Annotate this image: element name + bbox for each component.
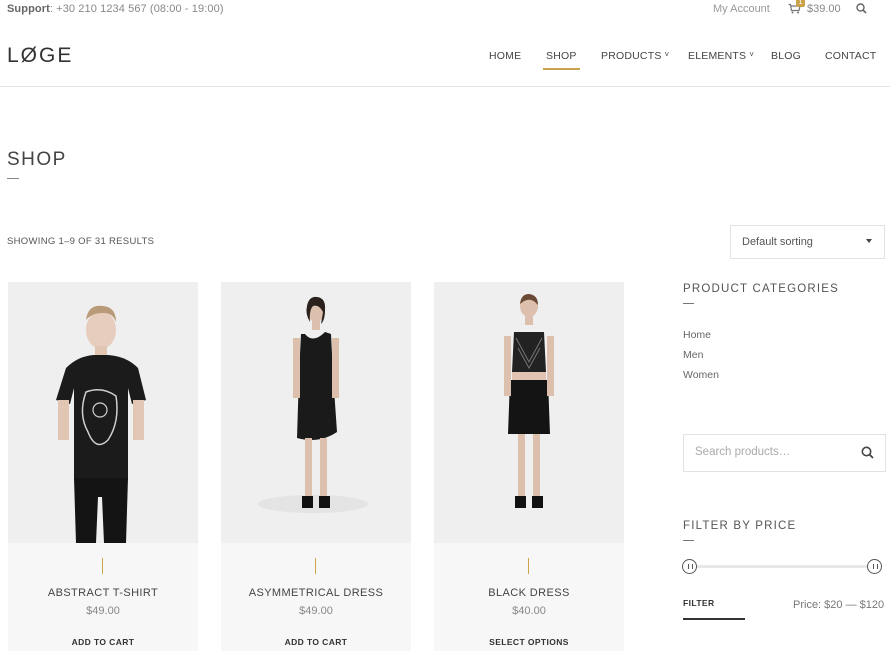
add-to-cart-button[interactable]: ADD TO CART bbox=[8, 637, 198, 647]
cart-button[interactable]: 1 $39.00 bbox=[788, 0, 844, 19]
product-info: BLACK DRESS $40.00 SELECT OPTIONS bbox=[434, 543, 624, 651]
nav-home[interactable]: HOME bbox=[489, 50, 521, 62]
product-info: ASYMMETRICAL DRESS $49.00 ADD TO CART bbox=[221, 543, 411, 651]
widget-divider bbox=[683, 303, 694, 304]
results-count: SHOWING 1–9 OF 31 RESULTS bbox=[7, 236, 155, 247]
page-title: SHOP bbox=[7, 149, 67, 170]
product-name[interactable]: BLACK DRESS bbox=[434, 587, 624, 599]
my-account-link[interactable]: My Account bbox=[713, 3, 770, 15]
chevron-down-icon: ˅ bbox=[749, 50, 755, 59]
product-info: ABSTRACT T-SHIRT $49.00 ADD TO CART bbox=[8, 543, 198, 651]
support-info: Support: +30 210 1234 567 (08:00 - 19:00… bbox=[7, 3, 224, 15]
product-card[interactable]: ASYMMETRICAL DRESS $49.00 ADD TO CART bbox=[221, 282, 411, 651]
support-phone: : +30 210 1234 567 (08:00 - 19:00) bbox=[49, 3, 224, 15]
categories-title: PRODUCT CATEGORIES bbox=[683, 283, 839, 295]
product-card[interactable]: BLACK DRESS $40.00 SELECT OPTIONS bbox=[434, 282, 624, 651]
select-options-button[interactable]: SELECT OPTIONS bbox=[434, 637, 624, 647]
cart-total: $39.00 bbox=[807, 3, 841, 15]
product-image[interactable] bbox=[434, 282, 624, 543]
price-range-label: Price: $20 — $120 bbox=[793, 599, 885, 611]
site-header: LØGE HOME SHOP PRODUCTS ˅ ELEMENTS ˅ BLOG … bbox=[0, 20, 890, 87]
widget-divider bbox=[683, 540, 694, 541]
category-home[interactable]: Home bbox=[683, 329, 711, 341]
price-slider-min-handle[interactable] bbox=[682, 559, 697, 574]
nav-products-label: PRODUCTS bbox=[601, 50, 662, 62]
product-card[interactable]: ABSTRACT T-SHIRT $49.00 ADD TO CART bbox=[8, 282, 198, 651]
top-bar: Support: +30 210 1234 567 (08:00 - 19:00… bbox=[0, 0, 890, 20]
sort-select[interactable]: Default sorting bbox=[730, 225, 885, 259]
product-image[interactable] bbox=[221, 282, 411, 543]
filter-title: FILTER BY PRICE bbox=[683, 520, 797, 532]
product-name[interactable]: ASYMMETRICAL DRESS bbox=[221, 587, 411, 599]
nav-blog-label: BLOG bbox=[771, 50, 801, 62]
support-label: Support bbox=[7, 3, 50, 15]
product-price: $40.00 bbox=[512, 605, 546, 617]
main-nav: HOME SHOP PRODUCTS ˅ ELEMENTS ˅ BLOG CONTA… bbox=[0, 50, 890, 70]
nav-elements-label: ELEMENTS bbox=[688, 50, 747, 62]
search-icon[interactable] bbox=[856, 3, 867, 17]
accent-divider bbox=[528, 558, 529, 574]
nav-shop-label: SHOP bbox=[546, 50, 577, 62]
nav-elements[interactable]: ELEMENTS ˅ bbox=[688, 50, 754, 62]
filter-button[interactable]: FILTER bbox=[683, 598, 745, 620]
category-women[interactable]: Women bbox=[683, 369, 719, 381]
cart-count-badge: 1 bbox=[796, 0, 805, 7]
chevron-down-icon: ˅ bbox=[664, 50, 670, 59]
product-name[interactable]: ABSTRACT T-SHIRT bbox=[8, 587, 198, 599]
accent-divider bbox=[315, 558, 316, 574]
sort-selected-value: Default sorting bbox=[742, 236, 813, 248]
price-slider-track[interactable] bbox=[690, 565, 876, 568]
nav-products[interactable]: PRODUCTS ˅ bbox=[601, 50, 669, 62]
nav-shop[interactable]: SHOP bbox=[543, 50, 580, 70]
search-icon[interactable] bbox=[861, 446, 874, 464]
nav-contact[interactable]: CONTACT bbox=[825, 50, 876, 62]
product-image[interactable] bbox=[8, 282, 198, 543]
nav-blog[interactable]: BLOG bbox=[771, 50, 801, 62]
add-to-cart-button[interactable]: ADD TO CART bbox=[221, 637, 411, 647]
product-price: $49.00 bbox=[86, 605, 120, 617]
caret-down-icon bbox=[866, 239, 872, 243]
product-search bbox=[683, 434, 886, 472]
nav-home-label: HOME bbox=[489, 50, 522, 62]
product-price: $49.00 bbox=[299, 605, 333, 617]
nav-contact-label: CONTACT bbox=[825, 50, 877, 62]
accent-divider bbox=[102, 558, 103, 574]
search-input[interactable] bbox=[695, 446, 855, 458]
category-men[interactable]: Men bbox=[683, 349, 703, 361]
title-divider bbox=[7, 178, 19, 179]
price-slider-max-handle[interactable] bbox=[867, 559, 882, 574]
